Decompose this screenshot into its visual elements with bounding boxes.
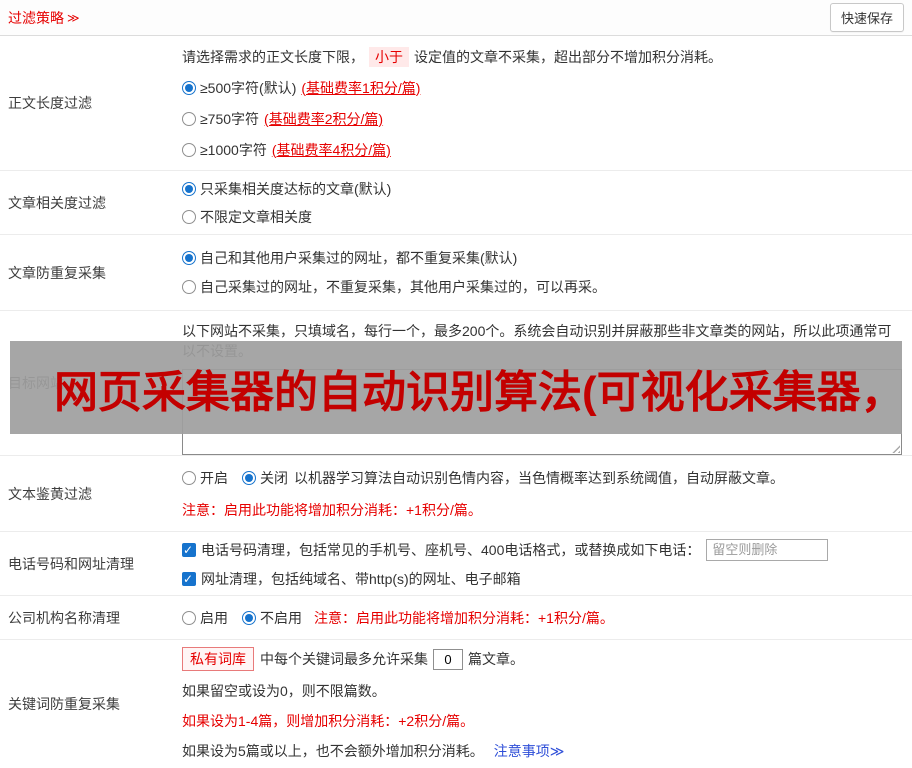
- option-label: 不启用: [260, 609, 302, 626]
- dedup-filter-label: 文章防重复采集: [8, 264, 106, 281]
- porn-filter-label: 文本鉴黄过滤: [8, 485, 92, 502]
- row-company-clean: 公司机构名称清理 启用 不启用 注意：启用此功能将增加积分消耗：+1积分/篇。: [0, 596, 912, 640]
- option-label: 网址清理，包括纯域名、带http(s)的网址、电子邮箱: [201, 570, 521, 587]
- row-length-filter: 正文长度过滤 请选择需求的正文长度下限， 小于 设定值的文章不采集，超出部分不增…: [0, 36, 912, 171]
- max-articles-input[interactable]: [433, 648, 463, 670]
- radio-icon: [182, 80, 196, 95]
- option-label: 电话号码清理，包括常见的手机号、座机号、400电话格式，或替换成如下电话：: [201, 541, 701, 558]
- radio-icon: [182, 111, 196, 126]
- radio-option-500-chars[interactable]: ≥500字符(默认) (基础费率1积分/篇): [182, 78, 902, 98]
- row-dedup-filter: 文章防重复采集 自己和其他用户采集过的网址，都不重复采集(默认) 自己采集过的网…: [0, 235, 912, 311]
- length-filter-intro: 请选择需求的正文长度下限， 小于 设定值的文章不采集，超出部分不增加积分消耗。: [182, 46, 722, 67]
- keyword-dedup-line2: 如果留空或设为0，则不限篇数。: [182, 683, 386, 699]
- porn-filter-cost-note: 注意：启用此功能将增加积分消耗：+1积分/篇。: [182, 501, 482, 518]
- radio-option-dedup-self-only[interactable]: 自己采集过的网址，不重复采集，其他用户采集过的，可以再采。: [182, 277, 902, 297]
- page-title-text: 过滤策略: [8, 9, 64, 26]
- radio-option-dedup-all-users[interactable]: 自己和其他用户采集过的网址，都不重复采集(默认): [182, 248, 902, 268]
- notice-link[interactable]: 注意事项≫: [494, 741, 565, 761]
- company-clean-cost-note: 注意：启用此功能将增加积分消耗：+1积分/篇。: [314, 609, 614, 626]
- checkbox-option-phone-clean[interactable]: 电话号码清理，包括常见的手机号、座机号、400电话格式，或替换成如下电话：: [182, 538, 902, 561]
- option-label: ≥1000字符: [200, 141, 267, 158]
- phone-url-clean-label: 电话号码和网址清理: [8, 555, 134, 572]
- fee-note: (基础费率1积分/篇): [301, 79, 421, 96]
- option-label: 只采集相关度达标的文章(默认): [200, 180, 392, 197]
- topbar: 过滤策略 ≫ 快速保存: [0, 0, 912, 36]
- radio-option-porn-off[interactable]: 关闭: [242, 468, 288, 488]
- option-label: ≥500字符(默认): [200, 79, 297, 96]
- row-keyword-dedup: 关键词防重复采集 私有词库 中每个关键词最多允许采集 篇文章。 如果留空或设为0…: [0, 640, 912, 768]
- row-phone-url-clean: 电话号码和网址清理 电话号码清理，包括常见的手机号、座机号、400电话格式，或替…: [0, 532, 912, 596]
- checkbox-icon: [182, 569, 196, 589]
- option-label: 开启: [200, 469, 228, 486]
- option-label: 自己和其他用户采集过的网址，都不重复采集(默认): [200, 250, 518, 266]
- option-label: ≥750字符: [200, 110, 260, 127]
- private-lexicon-tag[interactable]: 私有词库: [182, 647, 254, 671]
- option-label: 启用: [200, 609, 228, 626]
- length-filter-label: 正文长度过滤: [8, 95, 92, 111]
- radio-icon: [182, 280, 196, 294]
- radio-icon: [242, 610, 256, 625]
- keyword-dedup-line4: 如果设为5篇或以上，也不会额外增加积分消耗。 注意事项≫: [182, 741, 565, 761]
- radio-option-1000-chars[interactable]: ≥1000字符 (基础费率4积分/篇): [182, 140, 902, 160]
- option-label: 自己采集过的网址，不重复采集，其他用户采集过的，可以再采。: [200, 279, 606, 295]
- company-clean-label: 公司机构名称清理: [8, 609, 120, 626]
- radio-icon: [242, 470, 256, 485]
- radio-option-750-chars[interactable]: ≥750字符 (基础费率2积分/篇): [182, 109, 902, 129]
- checkbox-option-url-clean[interactable]: 网址清理，包括纯域名、带http(s)的网址、电子邮箱: [182, 569, 902, 589]
- filter-strategy-page: 过滤策略 ≫ 快速保存 正文长度过滤 请选择需求的正文长度下限， 小于 设定值的…: [0, 0, 912, 768]
- radio-option-porn-on[interactable]: 开启: [182, 468, 228, 488]
- fee-note: (基础费率2积分/篇): [264, 110, 384, 127]
- radio-icon: [182, 142, 196, 157]
- radio-option-relevance-required[interactable]: 只采集相关度达标的文章(默认): [182, 179, 902, 199]
- row-porn-filter: 文本鉴黄过滤 开启 关闭 以机器学习算法自动识别色情内容，当色情概率达到系统阈值…: [0, 456, 912, 532]
- checkbox-icon: [182, 540, 196, 560]
- double-chevron-icon[interactable]: ≫: [67, 11, 80, 25]
- radio-icon: [182, 209, 196, 224]
- porn-filter-desc: 以机器学习算法自动识别色情内容，当色情概率达到系统阈值，自动屏蔽文章。: [294, 469, 784, 486]
- less-than-highlight: 小于: [369, 46, 409, 67]
- replacement-phone-input[interactable]: [706, 538, 829, 561]
- radio-option-company-enable[interactable]: 启用: [182, 608, 228, 628]
- page-title: 过滤策略 ≫: [8, 8, 80, 28]
- radio-option-relevance-any[interactable]: 不限定文章相关度: [182, 207, 902, 227]
- quick-save-button[interactable]: 快速保存: [829, 3, 904, 32]
- relevance-filter-label: 文章相关度过滤: [8, 194, 106, 211]
- radio-icon: [182, 610, 196, 625]
- radio-icon: [182, 251, 196, 265]
- keyword-dedup-line3: 如果设为1-4篇，则增加积分消耗：+2积分/篇。: [182, 713, 475, 729]
- radio-icon: [182, 181, 196, 196]
- radio-icon: [182, 470, 196, 485]
- radio-option-company-disable[interactable]: 不启用: [242, 608, 302, 628]
- fee-note: (基础费率4积分/篇): [271, 141, 391, 158]
- watermark-overlay: 网页采集器的自动识别算法(可视化采集器，: [10, 341, 902, 434]
- keyword-dedup-line1: 私有词库 中每个关键词最多允许采集 篇文章。: [182, 647, 902, 671]
- option-label: 关闭: [260, 469, 288, 486]
- keyword-dedup-label: 关键词防重复采集: [8, 696, 120, 712]
- option-label: 不限定文章相关度: [200, 208, 312, 225]
- watermark-text: 网页采集器的自动识别算法(可视化采集器，: [54, 367, 902, 417]
- row-relevance-filter: 文章相关度过滤 只采集相关度达标的文章(默认) 不限定文章相关度: [0, 171, 912, 235]
